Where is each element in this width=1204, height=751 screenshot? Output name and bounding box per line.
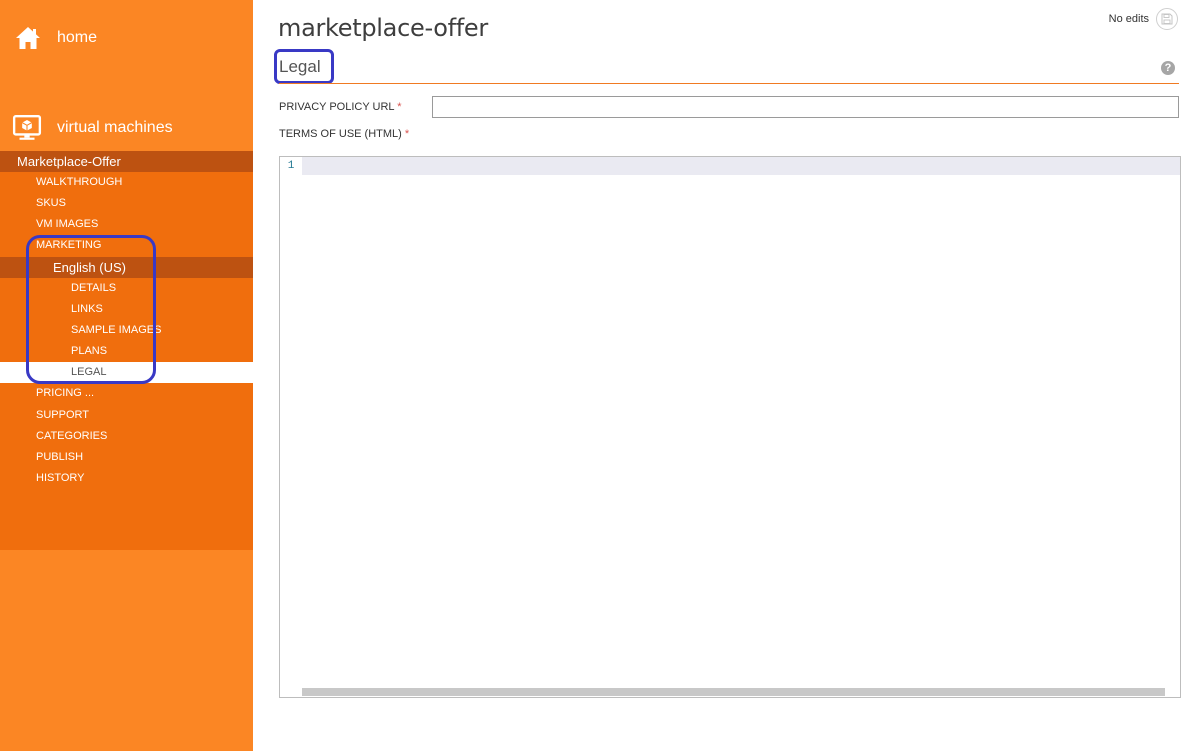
editor-gutter: 1	[280, 157, 302, 697]
sidebar-item-links[interactable]: LINKS	[0, 299, 253, 320]
section-divider	[279, 83, 1179, 84]
sidebar-item-categories[interactable]: CATEGORIES	[0, 426, 253, 447]
page-title: marketplace-offer	[278, 14, 488, 42]
section-title: Legal	[279, 57, 321, 76]
sidebar-item-sample-images[interactable]: SAMPLE IMAGES	[0, 320, 253, 341]
save-icon	[1161, 13, 1173, 25]
status-text: No edits	[1108, 13, 1149, 25]
sidebar-item-skus[interactable]: SKUS	[0, 193, 253, 214]
virtual-machine-icon	[12, 115, 42, 140]
sidebar-item-legal[interactable]: LEGAL	[0, 362, 253, 383]
terms-of-use-label-text: TERMS OF USE (HTML)	[279, 128, 402, 140]
sidebar-item-vm-images[interactable]: VM IMAGES	[0, 214, 253, 235]
sidebar-item-marketing[interactable]: MARKETING	[0, 235, 253, 256]
terms-of-use-label: TERMS OF USE (HTML) *	[279, 128, 409, 140]
line-number: 1	[287, 160, 295, 172]
sidebar-item-walkthrough[interactable]: WALKTHROUGH	[0, 172, 253, 193]
sidebar-item-support[interactable]: SUPPORT	[0, 405, 253, 426]
help-icon[interactable]: ?	[1161, 61, 1175, 75]
terms-of-use-editor[interactable]: 1	[279, 156, 1181, 698]
nav-virtual-machines-label: virtual machines	[57, 119, 173, 136]
nav-virtual-machines[interactable]: virtual machines	[0, 108, 253, 148]
required-marker: *	[397, 101, 402, 113]
sidebar-item-plans[interactable]: PLANS	[0, 341, 253, 362]
save-button[interactable]	[1156, 8, 1178, 30]
editor-active-line[interactable]	[302, 157, 1180, 175]
privacy-policy-label: PRIVACY POLICY URL *	[279, 101, 401, 113]
nav-home-label: home	[57, 29, 98, 46]
sidebar-item-details[interactable]: DETAILS	[0, 278, 253, 299]
sidebar-item-pricing[interactable]: PRICING ...	[0, 383, 253, 404]
editor-horizontal-scrollbar[interactable]	[302, 688, 1165, 696]
sidebar-item-history[interactable]: HISTORY	[0, 468, 253, 489]
sidebar-item-publish[interactable]: PUBLISH	[0, 447, 253, 468]
home-icon	[16, 27, 40, 49]
privacy-policy-url-input[interactable]	[432, 96, 1179, 118]
sidebar: home virtual machines Marketplace-Offer …	[0, 0, 253, 751]
sidebar-item-english-us[interactable]: English (US)	[0, 257, 253, 278]
nav-home[interactable]: home	[0, 18, 253, 58]
offer-header[interactable]: Marketplace-Offer	[0, 151, 253, 172]
required-marker: *	[404, 128, 410, 140]
privacy-policy-label-text: PRIVACY POLICY URL	[279, 101, 395, 113]
